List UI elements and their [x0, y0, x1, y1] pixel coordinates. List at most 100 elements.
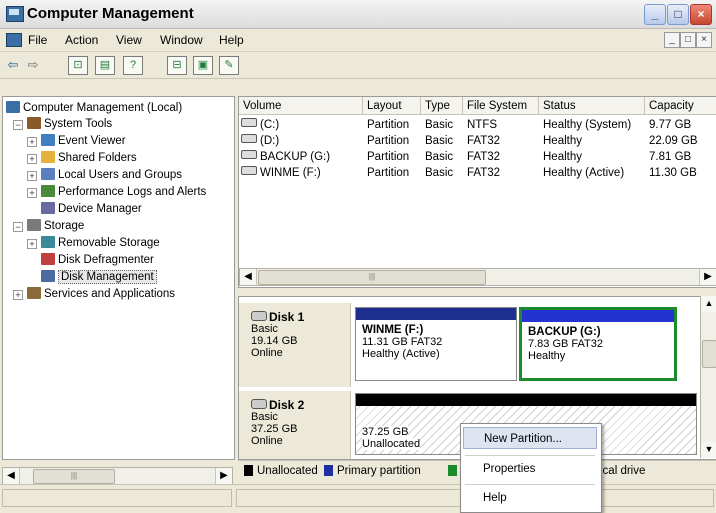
- tree-expander-icon[interactable]: −: [13, 120, 23, 130]
- tree-expander-icon[interactable]: +: [27, 137, 37, 147]
- drive-icon: [241, 134, 257, 143]
- disk-1-label[interactable]: Disk 1 Basic 19.14 GB Online: [239, 303, 351, 387]
- column-header-status[interactable]: Status: [539, 97, 645, 115]
- status-segment: [2, 489, 232, 507]
- partition-bar: [356, 394, 696, 406]
- tree-expander-icon[interactable]: +: [27, 154, 37, 164]
- show-hide-tree-icon[interactable]: ▤: [95, 56, 115, 75]
- help-icon[interactable]: ?: [123, 56, 143, 75]
- tree-expander-icon[interactable]: −: [13, 222, 23, 232]
- close-button[interactable]: ×: [690, 4, 712, 25]
- tree-item-removable-storage[interactable]: Removable Storage: [41, 235, 160, 251]
- toolbar: ⇦ ⇨ ⊡ ▤ ? ⊟ ▣ ✎: [0, 52, 716, 79]
- volume-name: WINME (F:): [260, 167, 321, 179]
- volume-name: (C:): [260, 119, 280, 131]
- menu-item-help[interactable]: Help: [463, 487, 597, 509]
- cell-status: Healthy: [543, 151, 582, 163]
- mdi-restore-button[interactable]: □: [680, 32, 696, 48]
- menu-item-properties[interactable]: Properties: [463, 458, 597, 480]
- volume-list-horizontal-scrollbar[interactable]: ◀ ||| ▶: [239, 268, 716, 286]
- partition-size: 7.83 GB FAT32: [528, 338, 604, 350]
- tree-item-services[interactable]: Services and Applications: [27, 286, 175, 302]
- scroll-thumb[interactable]: |||: [258, 270, 486, 285]
- disk-management-icon: [41, 270, 55, 282]
- tree-item-performance[interactable]: Performance Logs and Alerts: [41, 184, 206, 200]
- tree-expander-icon[interactable]: +: [27, 239, 37, 249]
- scroll-left-icon[interactable]: ◀: [240, 269, 257, 285]
- users-icon: [41, 168, 55, 180]
- volume-name: (D:): [260, 135, 280, 147]
- cell-status: Healthy (System): [543, 119, 632, 131]
- column-header-layout[interactable]: Layout: [363, 97, 421, 115]
- disk-icon: [251, 311, 267, 321]
- mdi-minimize-button[interactable]: _: [664, 32, 680, 48]
- tree-item-label: Computer Management (Local): [23, 102, 183, 114]
- device-manager-icon: [41, 202, 55, 214]
- cell-fs: NTFS: [467, 119, 498, 131]
- forward-arrow-icon[interactable]: ⇨: [24, 56, 42, 73]
- disk-state: Online: [251, 347, 283, 359]
- computer-icon: [6, 101, 20, 113]
- scroll-up-icon[interactable]: ▲: [701, 296, 716, 312]
- up-folder-icon[interactable]: ⊡: [68, 56, 88, 75]
- cell-capacity: 9.77 GB: [649, 119, 692, 131]
- scroll-down-icon[interactable]: ▼: [701, 442, 716, 458]
- tree-horizontal-scrollbar[interactable]: ◀ ||| ▶: [2, 467, 233, 485]
- document-icon[interactable]: [6, 33, 22, 47]
- back-arrow-icon[interactable]: ⇦: [4, 56, 22, 73]
- tree-item-shared-folders[interactable]: Shared Folders: [41, 150, 137, 166]
- volume-name: BACKUP (G:): [260, 151, 331, 163]
- performance-icon: [41, 185, 55, 197]
- tree-item-event-viewer[interactable]: Event Viewer: [41, 133, 126, 149]
- wizard-icon[interactable]: ✎: [219, 56, 239, 75]
- cell-type: Basic: [425, 119, 454, 131]
- menu-window[interactable]: Window: [160, 33, 203, 47]
- context-menu: New Partition... Properties Help: [460, 423, 602, 513]
- mdi-close-button[interactable]: ×: [696, 32, 712, 48]
- legend-swatch: [244, 465, 253, 476]
- partition-status: Healthy (Active): [362, 348, 440, 360]
- column-header-type[interactable]: Type: [421, 97, 463, 115]
- tree-item-device-manager[interactable]: Device Manager: [41, 201, 142, 217]
- tree-item-users[interactable]: Local Users and Groups: [41, 167, 182, 183]
- disk-state: Online: [251, 435, 283, 447]
- disk-size: 19.14 GB: [251, 335, 298, 347]
- tree-item-defrag[interactable]: Disk Defragmenter: [41, 252, 154, 268]
- tree-item-computer[interactable]: Computer Management (Local): [6, 100, 182, 116]
- menu-help[interactable]: Help: [219, 33, 244, 47]
- tree-expander-icon[interactable]: +: [13, 290, 23, 300]
- cell-volume: WINME (F:): [241, 165, 321, 181]
- cell-volume: BACKUP (G:): [241, 149, 330, 165]
- tree-item-tools[interactable]: System Tools: [27, 116, 112, 132]
- storage-icon: [27, 219, 41, 231]
- partition-winme[interactable]: WINME (F:) 11.31 GB FAT32 Healthy (Activ…: [355, 307, 517, 381]
- disk-view-vertical-scrollbar[interactable]: ▲ ▼: [700, 296, 716, 458]
- menu-file[interactable]: File: [28, 33, 47, 47]
- scroll-left-icon[interactable]: ◀: [3, 468, 20, 484]
- partition-backup[interactable]: BACKUP (G:) 7.83 GB FAT32 Healthy: [519, 307, 677, 381]
- tree-item-disk-management[interactable]: Disk Management: [41, 269, 157, 285]
- properties-icon[interactable]: ▣: [193, 56, 213, 75]
- legend-swatch: [324, 465, 333, 476]
- menu-view[interactable]: View: [116, 33, 142, 47]
- menu-action[interactable]: Action: [65, 33, 98, 47]
- export-icon[interactable]: ⊟: [167, 56, 187, 75]
- column-header-file-system[interactable]: File System: [463, 97, 539, 115]
- scroll-thumb[interactable]: |||: [33, 469, 115, 484]
- partition-bar: [522, 310, 674, 322]
- scroll-thumb[interactable]: [702, 340, 716, 368]
- scroll-right-icon[interactable]: ▶: [215, 468, 232, 484]
- minimize-button[interactable]: _: [644, 4, 666, 25]
- column-header-volume[interactable]: Volume: [239, 97, 363, 115]
- menu-item-new-partition[interactable]: New Partition...: [463, 427, 597, 449]
- tree-expander-icon[interactable]: +: [27, 188, 37, 198]
- cell-volume: (D:): [241, 133, 279, 149]
- tree-item-storage[interactable]: Storage: [27, 218, 84, 234]
- tree-expander-icon[interactable]: +: [27, 171, 37, 181]
- column-header-capacity[interactable]: Capacity: [645, 97, 716, 115]
- volume-list: Volume Layout Type File System Status Ca…: [238, 96, 716, 288]
- disk-2-label[interactable]: Disk 2 Basic 37.25 GB Online: [239, 391, 351, 459]
- cell-volume: (C:): [241, 117, 279, 133]
- maximize-button[interactable]: □: [667, 4, 689, 25]
- scroll-right-icon[interactable]: ▶: [699, 269, 716, 285]
